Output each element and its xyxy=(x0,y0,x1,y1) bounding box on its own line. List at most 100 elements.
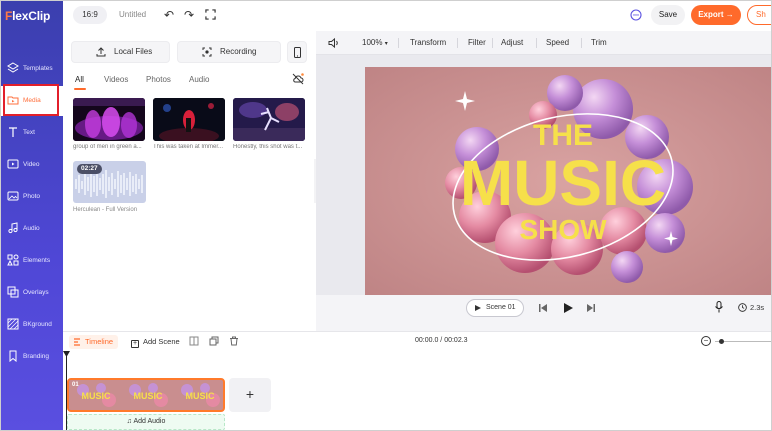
next-icon[interactable] xyxy=(586,303,596,313)
media-item-2[interactable] xyxy=(153,98,225,141)
add-scene-label: Add Scene xyxy=(143,337,180,346)
clip-number: 01 xyxy=(72,382,79,388)
sidebar-item-photo[interactable]: Photo xyxy=(1,182,63,212)
media-thumbnail xyxy=(73,98,145,141)
phone-icon xyxy=(294,47,301,58)
clock-icon xyxy=(738,303,747,312)
clip-frame-art: MUSIC xyxy=(129,383,168,407)
split-icon[interactable] xyxy=(189,336,199,346)
scene-duration[interactable]: 2.3s xyxy=(750,303,764,312)
branding-icon xyxy=(9,350,17,362)
fullscreen-icon[interactable] xyxy=(205,9,216,20)
local-files-button[interactable]: Local Files xyxy=(71,41,170,63)
media-item-1[interactable] xyxy=(73,98,145,141)
video-canvas[interactable]: THE MUSIC SHOW xyxy=(365,67,771,295)
music-note-icon: ♫ xyxy=(126,418,132,425)
cloud-sync-icon[interactable] xyxy=(292,73,304,85)
share-button[interactable]: Sh xyxy=(747,5,771,25)
sidebar-item-label: Photo xyxy=(23,193,40,200)
svg-text:MUSIC: MUSIC xyxy=(134,391,164,401)
add-scene-button[interactable]: + Add Scene xyxy=(131,337,180,348)
tab-audio[interactable]: Audio xyxy=(189,75,209,84)
sidebar-item-branding[interactable]: Branding xyxy=(1,342,63,372)
sidebar-item-label: Text xyxy=(23,129,35,136)
volume-icon[interactable] xyxy=(328,37,340,49)
preview-area: 100% ▾ Transform Filter Adjust Speed Tri… xyxy=(316,31,771,331)
edit-toolbar: 100% ▾ Transform Filter Adjust Speed Tri… xyxy=(316,31,771,55)
local-files-label: Local Files xyxy=(114,47,153,56)
sidebar-item-text[interactable]: Text xyxy=(1,118,63,148)
scene-selector[interactable]: Scene 01 xyxy=(466,299,524,317)
timeline-time: 00:00.0 / 00:02.3 xyxy=(415,337,468,344)
audio-duration: 02:27 xyxy=(77,164,102,174)
zoom-select[interactable]: 100% ▾ xyxy=(362,38,388,47)
tool-speed[interactable]: Speed xyxy=(546,38,569,47)
folder-icon xyxy=(7,96,19,105)
export-button[interactable]: Export → xyxy=(691,5,741,25)
audio-caption: Herculean - Full Version xyxy=(73,207,138,213)
timeline-panel: Timeline + Add Scene 00:00.0 / 00:02.3 − … xyxy=(63,331,771,430)
duplicate-icon[interactable] xyxy=(209,336,219,346)
save-button[interactable]: Save xyxy=(651,5,685,25)
zoom-out-button[interactable]: − xyxy=(701,336,711,346)
sidebar-item-background[interactable]: BKground xyxy=(1,310,63,340)
add-scene-icon: + xyxy=(131,340,139,348)
undo-icon[interactable]: ↶ xyxy=(163,8,175,22)
sidebar-item-overlays[interactable]: Overlays xyxy=(1,278,63,308)
tab-all[interactable]: All xyxy=(75,75,84,84)
tab-photos[interactable]: Photos xyxy=(146,75,171,84)
redo-icon[interactable]: ↷ xyxy=(183,8,195,22)
tool-filter[interactable]: Filter xyxy=(468,38,486,47)
add-clip-button[interactable]: + xyxy=(229,378,271,412)
photo-icon xyxy=(7,191,19,201)
tool-transform[interactable]: Transform xyxy=(410,38,446,47)
sidebar-item-label: Templates xyxy=(23,65,53,72)
play-icon[interactable] xyxy=(562,302,574,314)
sidebar-item-elements[interactable]: Elements xyxy=(1,246,63,276)
media-thumbnail xyxy=(153,98,225,141)
divider xyxy=(398,38,399,48)
recording-button[interactable]: Recording xyxy=(177,41,281,63)
svg-text:MUSIC: MUSIC xyxy=(82,391,112,401)
chat-icon[interactable] xyxy=(630,9,642,21)
app-logo[interactable]: FlexClip xyxy=(5,9,50,23)
sidebar-item-label: Branding xyxy=(23,353,50,360)
zoom-slider-handle[interactable] xyxy=(719,338,724,344)
timeline-icon xyxy=(74,338,80,346)
sidebar-item-label: Elements xyxy=(23,257,51,264)
canvas-artwork: THE MUSIC SHOW xyxy=(365,67,771,295)
add-audio-button[interactable]: ♫ Add Audio xyxy=(67,414,225,430)
overlays-icon xyxy=(7,286,19,298)
background-icon xyxy=(7,318,19,330)
sidebar-item-audio[interactable]: Audio xyxy=(1,214,63,244)
divider xyxy=(536,38,537,48)
scene-clip[interactable]: MUSIC MUSIC MUSIC 01 xyxy=(67,378,225,412)
timeline-toggle-button[interactable]: Timeline xyxy=(69,335,119,349)
tab-videos[interactable]: Videos xyxy=(104,75,128,84)
tool-adjust[interactable]: Adjust xyxy=(501,38,523,47)
sidebar-item-templates[interactable]: Templates xyxy=(1,54,63,84)
sidebar-item-label: Overlays xyxy=(23,289,49,296)
phone-upload-button[interactable] xyxy=(287,41,307,63)
project-title[interactable]: Untitled xyxy=(119,10,146,19)
record-icon xyxy=(202,47,212,57)
media-caption: This was taken at Immer... xyxy=(153,144,224,150)
recording-label: Recording xyxy=(220,47,257,56)
tool-trim[interactable]: Trim xyxy=(591,38,607,47)
layers-icon xyxy=(7,62,19,73)
elements-icon xyxy=(7,254,19,266)
sidebar-item-video[interactable]: Video xyxy=(1,150,63,180)
previous-icon[interactable] xyxy=(538,303,548,313)
svg-text:MUSIC: MUSIC xyxy=(186,391,216,401)
sidebar-item-label: Video xyxy=(23,161,40,168)
sidebar-item-media[interactable]: Media xyxy=(1,86,63,116)
audio-item[interactable]: 02:27 xyxy=(73,161,146,203)
media-caption: group of men in green a... xyxy=(73,144,142,150)
upload-icon xyxy=(96,47,106,57)
microphone-icon[interactable] xyxy=(714,301,724,313)
media-thumbnail xyxy=(233,98,305,141)
trash-icon[interactable] xyxy=(229,336,239,346)
media-item-3[interactable] xyxy=(233,98,305,141)
aspect-ratio-button[interactable]: 16:9 xyxy=(73,6,107,24)
timeline-label: Timeline xyxy=(85,337,114,346)
